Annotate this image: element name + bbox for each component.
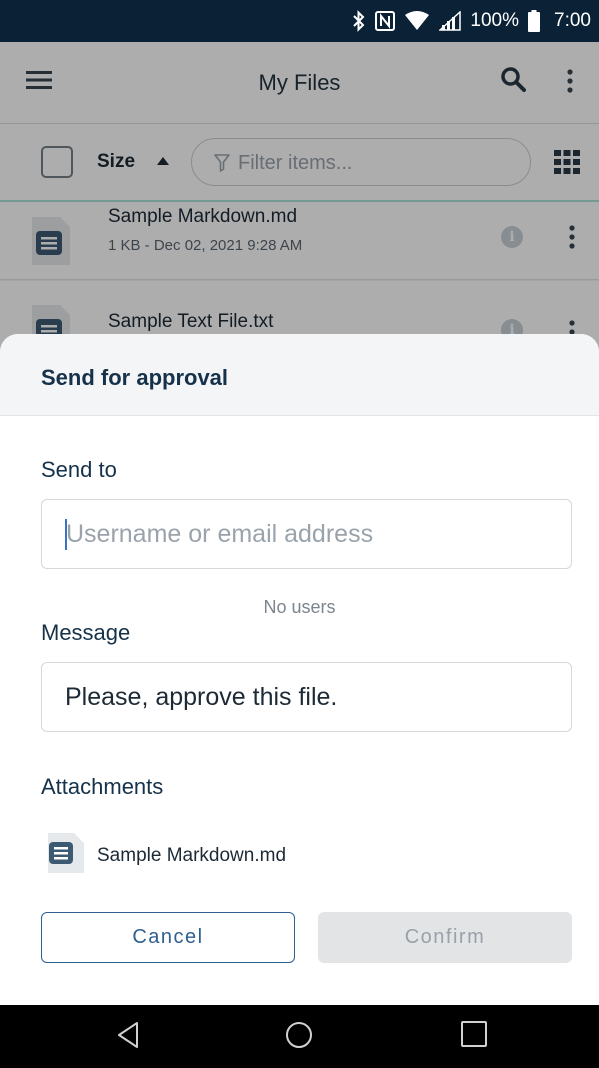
clock: 7:00	[554, 10, 591, 31]
back-icon[interactable]	[116, 1021, 140, 1054]
send-to-input[interactable]: Username or email address	[41, 499, 572, 569]
send-to-label: Send to	[41, 457, 117, 482]
no-users-message: No users	[263, 597, 336, 617]
battery-level: 100%	[470, 10, 520, 31]
home-icon[interactable]	[285, 1021, 313, 1054]
bluetooth-icon	[352, 10, 366, 32]
navigation-bar	[0, 1005, 599, 1068]
document-icon	[46, 831, 86, 880]
battery-icon	[528, 10, 541, 32]
send-for-approval-sheet: Send for approval Send to Username or em…	[0, 334, 599, 1005]
send-to-placeholder: Username or email address	[66, 520, 374, 548]
message-label: Message	[41, 620, 131, 645]
text-cursor	[65, 519, 67, 550]
status-bar: 100% 7:00	[0, 0, 599, 42]
attachments-label: Attachments	[41, 774, 164, 799]
message-value: Please, approve this file.	[65, 683, 338, 711]
recents-icon[interactable]	[461, 1021, 487, 1052]
attachment-name: Sample Markdown.md	[97, 845, 287, 866]
wifi-icon	[404, 11, 430, 31]
sheet-header: Send for approval	[0, 334, 599, 416]
sheet-title: Send for approval	[41, 365, 229, 390]
message-input[interactable]: Please, approve this file.	[41, 662, 572, 732]
confirm-button[interactable]: Confirm	[318, 912, 572, 963]
signal-icon	[439, 11, 462, 31]
nfc-icon	[375, 11, 396, 31]
cancel-button[interactable]: Cancel	[41, 912, 295, 963]
